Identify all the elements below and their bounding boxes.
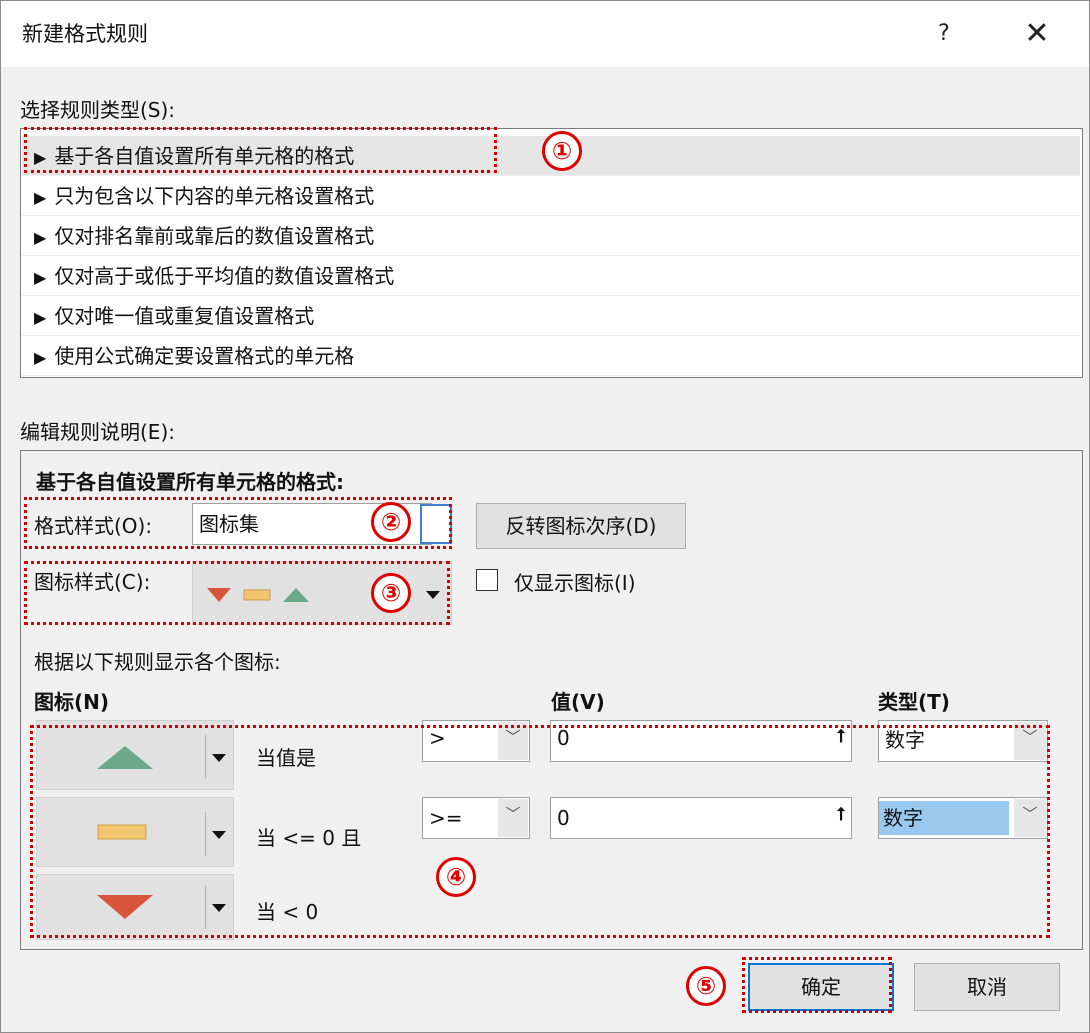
column-header-icon: 图标(N) [34,690,110,714]
annotation-box-1 [24,127,497,173]
annotation-badge-2: ② [371,502,411,542]
expand-arrow-icon: ▶ [34,268,47,287]
expand-arrow-icon: ▶ [34,188,47,207]
dialog-title: 新建格式规则 [22,22,148,46]
rules-caption: 根据以下规则显示各个图标: [34,650,281,674]
rule-type-item-label: 仅对排名靠前或靠后的数值设置格式 [54,224,375,248]
annotation-badge-5: ⑤ [686,966,726,1006]
rule-type-item-label: 仅对唯一值或重复值设置格式 [54,304,315,328]
annotation-badge-1: ① [542,131,582,171]
annotation-box-5 [742,957,892,1013]
rule-type-item[interactable]: ▶ 只为包含以下内容的单元格设置格式 [22,176,1080,216]
rule-heading: 基于各自值设置所有单元格的格式: [36,470,344,494]
rule-type-item[interactable]: ▶ 仅对唯一值或重复值设置格式 [22,296,1080,336]
reverse-icon-order-button[interactable]: 反转图标次序(D) [476,503,686,549]
column-header-value: 值(V) [551,690,605,714]
close-button[interactable]: ✕ [1012,12,1062,56]
rule-type-item[interactable]: ▶ 仅对高于或低于平均值的数值设置格式 [22,256,1080,296]
edit-rule-label-text: 编辑规则说明(E): [20,420,175,444]
help-button[interactable]: ? [922,12,966,56]
expand-arrow-icon: ▶ [34,308,47,327]
annotation-badge-4: ④ [436,857,476,897]
edit-rule-label: 编辑规则说明(E): [20,416,175,445]
rule-type-label-text: 选择规则类型(S): [20,98,176,122]
show-icon-only-label: 仅显示图标(I) [514,571,636,595]
rule-type-item-label: 仅对高于或低于平均值的数值设置格式 [54,264,395,288]
annotation-badge-3: ③ [371,573,411,613]
rule-type-item[interactable]: ▶ 仅对排名靠前或靠后的数值设置格式 [22,216,1080,256]
annotation-box-4 [30,725,1050,938]
rule-type-item[interactable]: ▶ 使用公式确定要设置格式的单元格 [22,336,1080,376]
rule-type-item-label: 只为包含以下内容的单元格设置格式 [54,184,375,208]
rule-type-item-label: 使用公式确定要设置格式的单元格 [54,344,355,368]
show-icon-only-checkbox[interactable] [476,569,498,591]
cancel-button[interactable]: 取消 [914,963,1060,1011]
expand-arrow-icon: ▶ [34,228,47,247]
expand-arrow-icon: ▶ [34,348,47,367]
column-header-type: 类型(T) [878,690,950,714]
rule-type-label: 选择规则类型(S): [20,94,175,123]
